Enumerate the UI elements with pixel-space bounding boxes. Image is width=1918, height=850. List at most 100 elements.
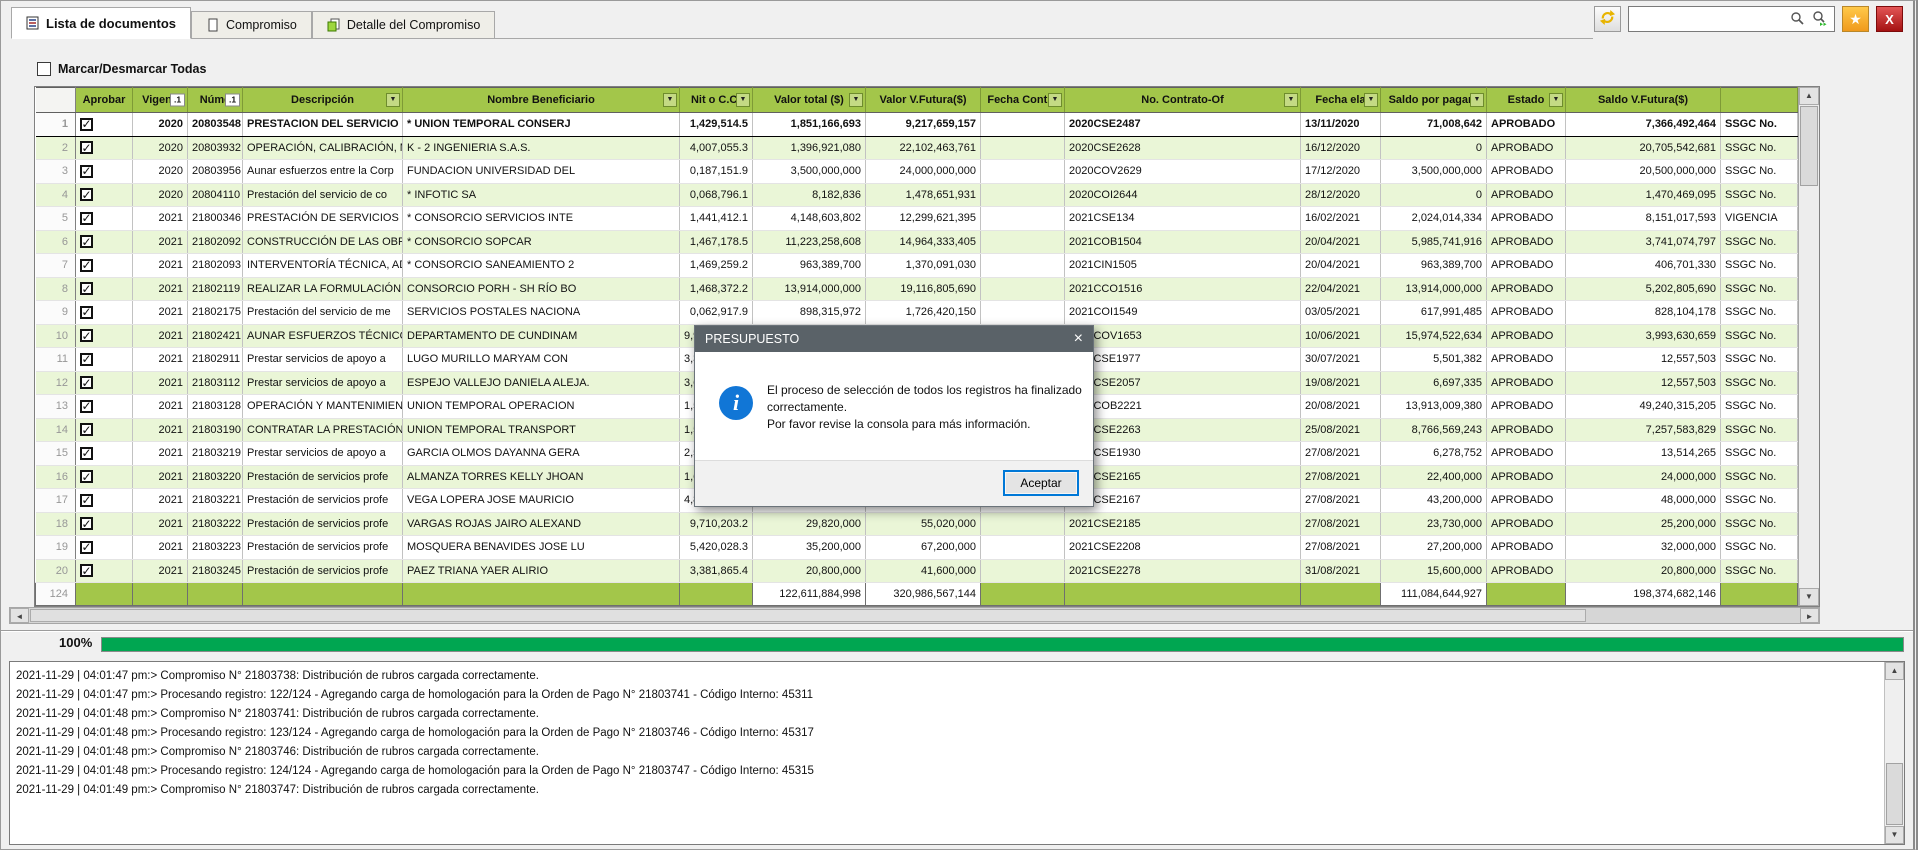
refresh-button[interactable] — [1594, 6, 1621, 32]
col-header-nit[interactable]: Nit o C.C(▼ — [680, 88, 753, 113]
cell-valor_total: 898,315,972 — [753, 301, 866, 325]
col-header-fecha_ela[interactable]: Fecha ela▼ — [1301, 88, 1381, 113]
cell-contrato: 2021CSE2167 — [1065, 489, 1301, 513]
table-row[interactable]: 4✓202020804110Prestación del servicio de… — [36, 183, 1798, 207]
row-checkbox[interactable]: ✓ — [80, 564, 93, 577]
select-all-checkbox[interactable] — [37, 62, 51, 76]
filter-arrow-icon[interactable]: ▼ — [1364, 93, 1378, 107]
scroll-down-icon[interactable]: ▼ — [1799, 588, 1819, 606]
table-row[interactable]: 8✓202121802119REALIZAR LA FORMULACIÓN DC… — [36, 277, 1798, 301]
col-header-vigencia[interactable]: Vigenc.1 — [133, 88, 188, 113]
filter-arrow-icon[interactable]: ▼ — [663, 93, 677, 107]
cell-fecha_ela: 31/08/2021 — [1301, 559, 1381, 583]
cell-numero: 21803190 — [188, 418, 243, 442]
row-checkbox[interactable]: ✓ — [80, 329, 93, 342]
log-line: 2021-11-29 | 04:01:47 pm:> Compromiso N°… — [16, 667, 1876, 686]
cell-contrato: 2020CSE2487 — [1065, 113, 1301, 137]
cell-saldo_vfutura: 828,104,178 — [1566, 301, 1721, 325]
cell-aprobar: ✓ — [76, 301, 133, 325]
row-checkbox[interactable]: ✓ — [80, 118, 93, 131]
col-header-fecha_contrato[interactable]: Fecha Contra▼ — [981, 88, 1065, 113]
filter-arrow-icon[interactable]: ▼ — [1470, 93, 1484, 107]
col-header-estado[interactable]: Estado▼ — [1487, 88, 1566, 113]
tab-compromiso[interactable]: Compromiso — [191, 11, 312, 38]
col-header-aprobar[interactable]: Aprobar — [76, 88, 133, 113]
row-checkbox[interactable]: ✓ — [80, 423, 93, 436]
total-cell-aprobar — [76, 583, 133, 606]
row-checkbox[interactable]: ✓ — [80, 400, 93, 413]
filter-arrow-icon[interactable]: ▼ — [1048, 93, 1062, 107]
dialog-titlebar[interactable]: PRESUPUESTO × — [695, 326, 1093, 352]
aceptar-button[interactable]: Aceptar — [1003, 470, 1079, 496]
col-header-saldo_pagar[interactable]: Saldo por pagar |▼ — [1381, 88, 1487, 113]
sort-order-badge[interactable]: .1 — [170, 94, 185, 107]
dialog-close-icon[interactable]: × — [1074, 326, 1083, 351]
cell-extra: SSGC No. — [1721, 254, 1798, 278]
vertical-scroll-thumb[interactable] — [1800, 106, 1818, 186]
scroll-left-icon[interactable]: ◄ — [10, 608, 29, 623]
search-icon[interactable] — [1790, 11, 1805, 31]
table-row[interactable]: 6✓202121802092CONSTRUCCIÓN DE LAS OBRA* … — [36, 230, 1798, 254]
filter-arrow-icon[interactable]: ▼ — [1284, 93, 1298, 107]
search-next-icon[interactable] — [1812, 11, 1828, 32]
grid-horizontal-scrollbar[interactable]: ◄ ► — [9, 607, 1820, 624]
col-header-label: Nit o C.C( — [691, 94, 741, 106]
favorites-button[interactable]: ★ — [1842, 6, 1869, 32]
table-row[interactable]: 2✓202020803932OPERACIÓN, CALIBRACIÓN, MK… — [36, 136, 1798, 160]
row-checkbox[interactable]: ✓ — [80, 188, 93, 201]
col-header-valor_total[interactable]: Valor total ($)▼ — [753, 88, 866, 113]
scroll-right-icon[interactable]: ► — [1800, 608, 1819, 623]
grid-vertical-scrollbar[interactable]: ▲ ▼ — [1798, 87, 1819, 606]
table-row[interactable]: 3✓202020803956Aunar esfuerzos entre la C… — [36, 160, 1798, 184]
row-checkbox[interactable]: ✓ — [80, 282, 93, 295]
filter-arrow-icon[interactable]: ▼ — [1549, 93, 1563, 107]
total-cell-vigencia — [133, 583, 188, 606]
table-row[interactable]: 7✓202121802093INTERVENTORÍA TÉCNICA, ADM… — [36, 254, 1798, 278]
cell-contrato: 2021COB2221 — [1065, 395, 1301, 419]
filter-arrow-icon[interactable]: ▼ — [386, 93, 400, 107]
console-scroll-down-icon[interactable]: ▼ — [1885, 826, 1904, 844]
row-checkbox[interactable]: ✓ — [80, 141, 93, 154]
col-header-contrato[interactable]: No. Contrato-Of▼ — [1065, 88, 1301, 113]
table-row[interactable]: 19✓202121803223Prestación de servicios p… — [36, 536, 1798, 560]
filter-arrow-icon[interactable]: ▼ — [736, 93, 750, 107]
row-checkbox[interactable]: ✓ — [80, 235, 93, 248]
table-row[interactable]: 5✓202121800346PRESTACIÓN DE SERVICIOS PA… — [36, 207, 1798, 231]
col-header-extra[interactable] — [1721, 88, 1798, 113]
cell-fecha_contrato — [981, 113, 1065, 137]
row-checkbox[interactable]: ✓ — [80, 494, 93, 507]
row-checkbox[interactable]: ✓ — [80, 470, 93, 483]
row-checkbox[interactable]: ✓ — [80, 541, 93, 554]
table-row[interactable]: 18✓202121803222Prestación de servicios p… — [36, 512, 1798, 536]
console-scrollbar[interactable]: ▲ ▼ — [1884, 662, 1904, 844]
filter-arrow-icon[interactable]: ▼ — [849, 93, 863, 107]
row-checkbox[interactable]: ✓ — [80, 353, 93, 366]
row-checkbox[interactable]: ✓ — [80, 306, 93, 319]
tab-detalle-del-compromiso[interactable]: Detalle del Compromiso — [312, 11, 495, 38]
cell-aprobar: ✓ — [76, 442, 133, 466]
row-checkbox[interactable]: ✓ — [80, 376, 93, 389]
table-row[interactable]: 9✓202121802175Prestación del servicio de… — [36, 301, 1798, 325]
table-row[interactable]: 20✓202121803245Prestación de servicios p… — [36, 559, 1798, 583]
horizontal-scroll-thumb[interactable] — [30, 609, 1586, 622]
col-header-beneficiario[interactable]: Nombre Beneficiario▼ — [403, 88, 680, 113]
console-scroll-up-icon[interactable]: ▲ — [1885, 662, 1904, 680]
col-header-numero[interactable]: Núme.1 — [188, 88, 243, 113]
cell-saldo_pagar: 617,991,485 — [1381, 301, 1487, 325]
cell-contrato: 2021CSE2165 — [1065, 465, 1301, 489]
console-scroll-thumb[interactable] — [1886, 763, 1903, 825]
tab-lista-de-documentos[interactable]: Lista de documentos — [11, 7, 191, 39]
row-checkbox[interactable]: ✓ — [80, 259, 93, 272]
cell-aprobar: ✓ — [76, 160, 133, 184]
table-row[interactable]: 1✓202020803548PRESTACION DEL SERVICIO DE… — [36, 113, 1798, 137]
col-header-descripcion[interactable]: Descripción▼ — [243, 88, 403, 113]
row-checkbox[interactable]: ✓ — [80, 165, 93, 178]
row-checkbox[interactable]: ✓ — [80, 447, 93, 460]
row-checkbox[interactable]: ✓ — [80, 212, 93, 225]
col-header-saldo_vfutura[interactable]: Saldo V.Futura($) — [1566, 88, 1721, 113]
scroll-up-icon[interactable]: ▲ — [1799, 87, 1819, 105]
row-checkbox[interactable]: ✓ — [80, 517, 93, 530]
col-header-valor_vfutura[interactable]: Valor V.Futura($) — [866, 88, 981, 113]
sort-order-badge[interactable]: .1 — [225, 94, 240, 107]
close-button[interactable]: X — [1876, 6, 1903, 32]
